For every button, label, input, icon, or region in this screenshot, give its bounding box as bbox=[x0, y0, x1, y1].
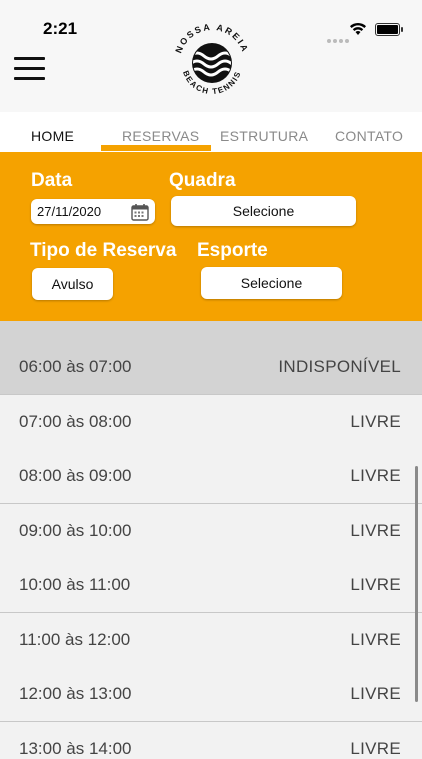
slot-time: 08:00 às 09:00 bbox=[19, 466, 132, 485]
slot-time: 11:00 às 12:00 bbox=[19, 630, 131, 649]
slot-time: 06:00 às 07:00 bbox=[19, 357, 132, 376]
tab-home[interactable]: HOME bbox=[31, 128, 74, 144]
slot-time: 10:00 às 11:00 bbox=[19, 575, 131, 594]
brand-logo: NOSSA AREIA BEACH TENNIS bbox=[173, 22, 248, 96]
hamburger-menu-button[interactable] bbox=[14, 57, 45, 80]
time-slot-row[interactable]: 12:00 às 13:00 LIVRE bbox=[0, 667, 422, 722]
time-slot-row[interactable]: 10:00 às 11:00 LIVRE bbox=[0, 558, 422, 613]
time-slot-row[interactable]: 06:00 às 07:00 INDISPONÍVEL bbox=[0, 340, 422, 395]
slot-status: LIVRE bbox=[350, 684, 401, 703]
tipo-reserva-label: Tipo de Reserva bbox=[30, 240, 177, 261]
tab-estrutura[interactable]: ESTRUTURA bbox=[220, 128, 308, 144]
status-time: 2:21 bbox=[43, 19, 78, 38]
slot-status: LIVRE bbox=[350, 521, 401, 540]
scrollbar[interactable] bbox=[415, 466, 418, 702]
data-label: Data bbox=[31, 170, 73, 191]
calendar-icon[interactable] bbox=[131, 203, 149, 221]
slot-time: 09:00 às 10:00 bbox=[19, 521, 132, 540]
time-slot-row[interactable]: 13:00 às 14:00 LIVRE bbox=[0, 722, 422, 758]
slot-time: 12:00 às 13:00 bbox=[19, 684, 132, 703]
tab-indicator bbox=[101, 145, 211, 151]
quadra-label: Quadra bbox=[169, 170, 236, 191]
slot-status: LIVRE bbox=[350, 412, 401, 431]
time-slot-row[interactable]: 08:00 às 09:00 LIVRE bbox=[0, 449, 422, 504]
esporte-label: Esporte bbox=[197, 240, 268, 261]
time-slot-row[interactable]: 09:00 às 10:00 LIVRE bbox=[0, 504, 422, 559]
tab-reservas[interactable]: RESERVAS bbox=[122, 128, 199, 144]
tab-contato[interactable]: CONTATO bbox=[335, 128, 403, 144]
wifi-icon bbox=[350, 22, 366, 35]
list-header-strip bbox=[0, 321, 422, 341]
slot-status: INDISPONÍVEL bbox=[278, 357, 401, 376]
slot-status: LIVRE bbox=[350, 466, 401, 485]
filter-panel: Data 27/11/2020 Quadra Selecione Tipo de… bbox=[0, 152, 422, 321]
tipo-reserva-select[interactable]: Avulso bbox=[32, 268, 113, 300]
slot-status: LIVRE bbox=[350, 630, 401, 649]
quadra-select[interactable]: Selecione bbox=[171, 196, 356, 226]
tab-bar: HOME RESERVAS ESTRUTURA CONTATO bbox=[0, 112, 422, 152]
slot-time: 07:00 às 08:00 bbox=[19, 412, 132, 431]
time-slot-row[interactable]: 07:00 às 08:00 LIVRE bbox=[0, 395, 422, 450]
esporte-select[interactable]: Selecione bbox=[201, 267, 342, 299]
time-slot-list[interactable]: 06:00 às 07:00 INDISPONÍVEL 07:00 às 08:… bbox=[0, 321, 422, 758]
slot-time: 13:00 às 14:00 bbox=[19, 739, 132, 758]
date-field[interactable]: 27/11/2020 bbox=[31, 199, 155, 224]
battery-icon bbox=[375, 23, 403, 36]
date-value: 27/11/2020 bbox=[37, 204, 102, 219]
slot-status: LIVRE bbox=[350, 739, 401, 758]
time-slot-row[interactable]: 11:00 às 12:00 LIVRE bbox=[0, 613, 422, 668]
slot-status: LIVRE bbox=[350, 575, 401, 594]
